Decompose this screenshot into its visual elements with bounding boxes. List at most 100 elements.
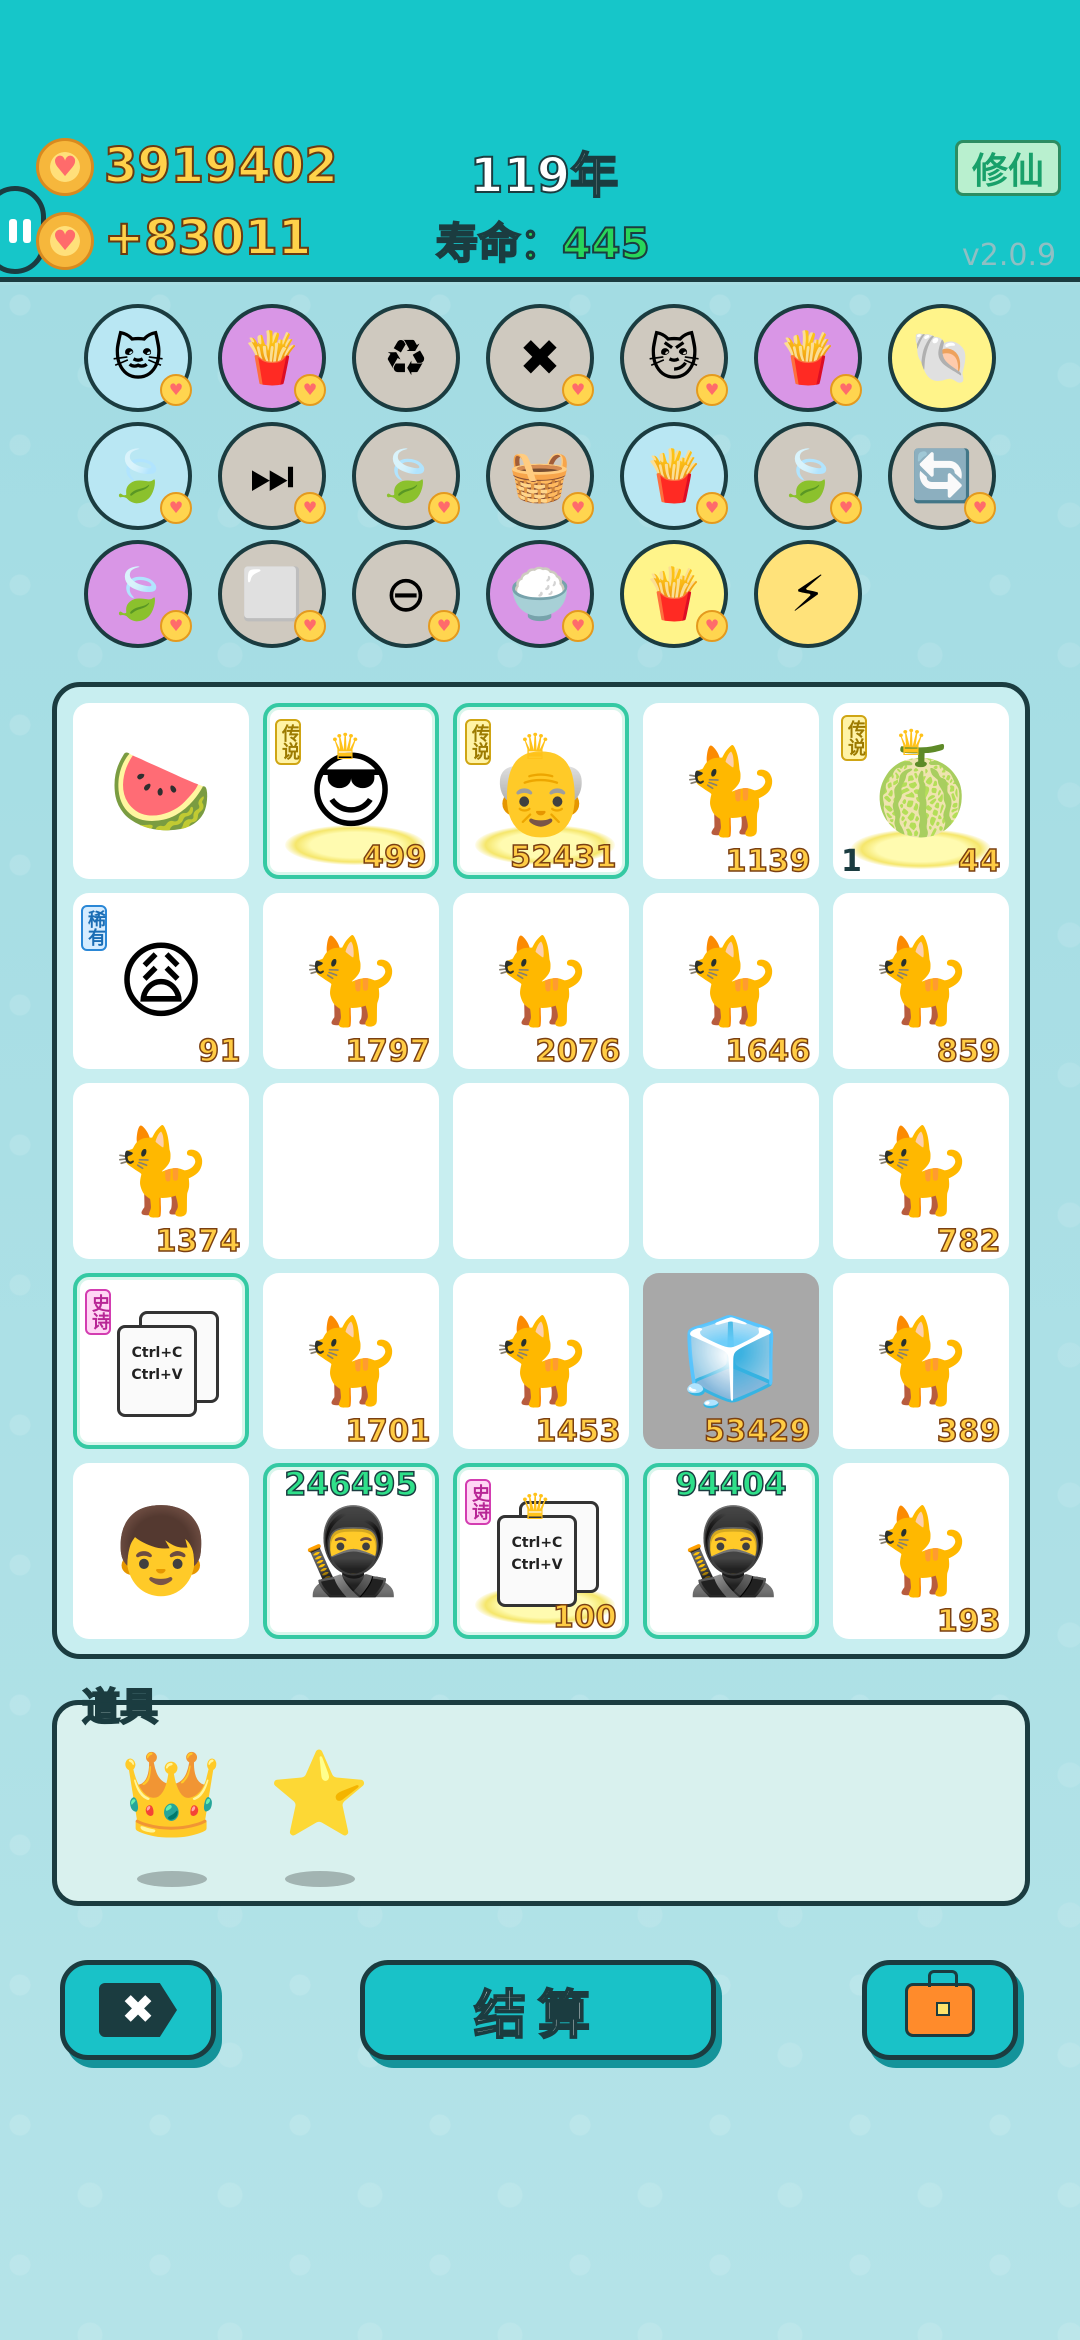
cell-value: 100 (552, 1599, 617, 1635)
board-cell-thief-icon[interactable]: 🥷 94404 (643, 1463, 819, 1639)
leaf-icon[interactable]: 🍃 ♥ (754, 422, 862, 530)
coin-badge-icon: ♥ (428, 610, 460, 642)
cell-left-number: 1 (841, 844, 862, 879)
board-cell-cat-icon[interactable]: 🐈 1797 (263, 893, 439, 1069)
skill-glyph: 🍟 (642, 565, 706, 623)
board-cell-empty[interactable] (453, 1083, 629, 1259)
rarity-badge: 传说 (841, 715, 867, 761)
coin-badge-icon: ♥ (294, 492, 326, 524)
coin-badge-icon: ♥ (562, 610, 594, 642)
tools-panel: 👑 ⭐ (52, 1700, 1030, 1906)
cell-value: 499 (362, 839, 427, 875)
coin-badge-icon: ♥ (428, 492, 460, 524)
board-cell-cat-icon[interactable]: 🐈 859 (833, 893, 1009, 1069)
board-cell-cat-icon[interactable]: 🐈 1139 (643, 703, 819, 879)
leaf-icon[interactable]: 🍃 ♥ (352, 422, 460, 530)
leaf-icon[interactable]: 🍃 ♥ (84, 422, 192, 530)
income-coin-icon: ♥ (36, 212, 94, 270)
skip-icon[interactable]: ⏭ ♥ (218, 422, 326, 530)
rarity-badge: 传说 (465, 719, 491, 765)
cats-pair-icon[interactable]: 😼 ♥ (620, 304, 728, 412)
cat-face-icon[interactable]: 🐱 ♥ (84, 304, 192, 412)
cell-value: 1374 (155, 1223, 241, 1259)
board-cell-copy-paste-icon[interactable]: Ctrl+C Ctrl+V ♛ 史诗 100 (453, 1463, 629, 1639)
board-cell-fridge-icon[interactable]: 🧊 53429 (643, 1273, 819, 1449)
cell-value: 1453 (535, 1413, 621, 1449)
board-cell-copy-paste-icon[interactable]: Ctrl+C Ctrl+V 史诗 (73, 1273, 249, 1449)
board-cell-empty[interactable] (263, 1083, 439, 1259)
skill-glyph: 🍃 (374, 447, 438, 505)
board-cell-thief-icon[interactable]: 🥷 246495 (263, 1463, 439, 1639)
cell-value: 91 (198, 1033, 242, 1069)
board-cell-cat-icon[interactable]: 🐈 1646 (643, 893, 819, 1069)
cell-value: 53429 (703, 1413, 811, 1449)
copy-paste-doc: Ctrl+C Ctrl+V (497, 1515, 577, 1607)
skill-glyph: ♻ (383, 329, 429, 387)
minus-circle-icon[interactable]: ⊖ ♥ (352, 540, 460, 648)
settle-button[interactable]: 结算 (360, 1960, 716, 2060)
board-cell-boy-face-icon[interactable]: 👦 (73, 1463, 249, 1639)
cell-value: 44 (958, 843, 1002, 879)
delete-tag-icon[interactable]: ✖ ♥ (486, 304, 594, 412)
board-cell-watermelon-icon[interactable]: 🍉 (73, 703, 249, 879)
tool-shadow (285, 1871, 355, 1887)
board-cell-cat-icon[interactable]: 🐈 389 (833, 1273, 1009, 1449)
game-board: 🍉 😎 ♛ 传说 499 👴 ♛ 传说 52431 🐈 1139 🍈 ♛ 传说 1 44 😩 稀有 91 🐈 1797 🐈… (52, 682, 1030, 1659)
crown-icon: ♛ (895, 723, 928, 764)
fries-icon[interactable]: 🍟 ♥ (620, 422, 728, 530)
lightning-icon[interactable]: ⚡ (754, 540, 862, 648)
skill-glyph: ⚡ (790, 565, 826, 623)
settle-label: 结算 (473, 1985, 602, 2047)
coin-badge-icon: ♥ (696, 374, 728, 406)
leaf-icon[interactable]: 🍃 ♥ (84, 540, 192, 648)
cell-value: 2076 (535, 1033, 621, 1069)
rarity-badge: 稀有 (81, 905, 107, 951)
refresh-icon[interactable]: 🔄 ♥ (888, 422, 996, 530)
board-cell-king-sunglasses-icon[interactable]: 😎 ♛ 传说 499 (263, 703, 439, 879)
board-cell-cat-icon[interactable]: 🐈 1453 (453, 1273, 629, 1449)
coin-badge-icon: ♥ (562, 374, 594, 406)
doc-copy-text: Ctrl+C (511, 1535, 563, 1551)
cultivate-button[interactable]: 修仙 (955, 140, 1061, 196)
rarity-badge: 传说 (275, 719, 301, 765)
crown-icon: ♛ (329, 727, 362, 768)
board-cell-cat-icon[interactable]: 🐈 782 (833, 1083, 1009, 1259)
lifespan: 寿命：445 (435, 210, 651, 271)
board-cell-cat-icon[interactable]: 🐈 193 (833, 1463, 1009, 1639)
discard-button[interactable]: ✖ (60, 1960, 216, 2060)
board-cell-empty[interactable] (643, 1083, 819, 1259)
fries-icon[interactable]: 🍟 ♥ (218, 304, 326, 412)
cell-value: 389 (936, 1413, 1001, 1449)
fruit-basket-icon[interactable]: 🧺 ♥ (486, 422, 594, 530)
coin-badge-icon: ♥ (160, 610, 192, 642)
coin-income: +83011 (103, 209, 312, 267)
boy-face-icon: 👦 (108, 1502, 214, 1600)
watermelon-icon: 🍉 (108, 742, 214, 840)
lifespan-label: 寿命： (435, 218, 563, 269)
inventory-button[interactable] (862, 1960, 1018, 2060)
board-cell-pomelo-icon[interactable]: 🍈 ♛ 传说 1 44 (833, 703, 1009, 879)
fries-icon[interactable]: 🍟 ♥ (620, 540, 728, 648)
recycle-icon[interactable]: ♻ (352, 304, 460, 412)
cell-value: 782 (936, 1223, 1001, 1259)
skill-glyph: 🍟 (642, 447, 706, 505)
cell-value: 859 (936, 1033, 1001, 1069)
doc-paste-text: Ctrl+V (131, 1367, 183, 1383)
board-cell-king-grandpa-icon[interactable]: 👴 ♛ 传说 52431 (453, 703, 629, 879)
star-icon[interactable]: ⭐ (259, 1735, 379, 1855)
fries-icon[interactable]: 🍟 ♥ (754, 304, 862, 412)
board-cell-hat-man-icon[interactable]: 😩 稀有 91 (73, 893, 249, 1069)
rice-bowl-icon[interactable]: 🍚 ♥ (486, 540, 594, 648)
skill-glyph: 🍃 (776, 447, 840, 505)
dice-icon[interactable]: ⬜ ♥ (218, 540, 326, 648)
skill-glyph: 🍃 (106, 565, 170, 623)
crown-glyph: 👑 (119, 1747, 223, 1842)
shell-icon[interactable]: 🐚 (888, 304, 996, 412)
board-cell-cat-icon[interactable]: 🐈 1374 (73, 1083, 249, 1259)
crown-icon[interactable]: 👑 (111, 1735, 231, 1855)
coin-badge-icon: ♥ (160, 374, 192, 406)
board-cell-cat-icon[interactable]: 🐈 2076 (453, 893, 629, 1069)
board-cell-cat-icon[interactable]: 🐈 1701 (263, 1273, 439, 1449)
cell-top-number: 94404 (675, 1465, 788, 1504)
rarity-badge: 史诗 (465, 1479, 491, 1525)
